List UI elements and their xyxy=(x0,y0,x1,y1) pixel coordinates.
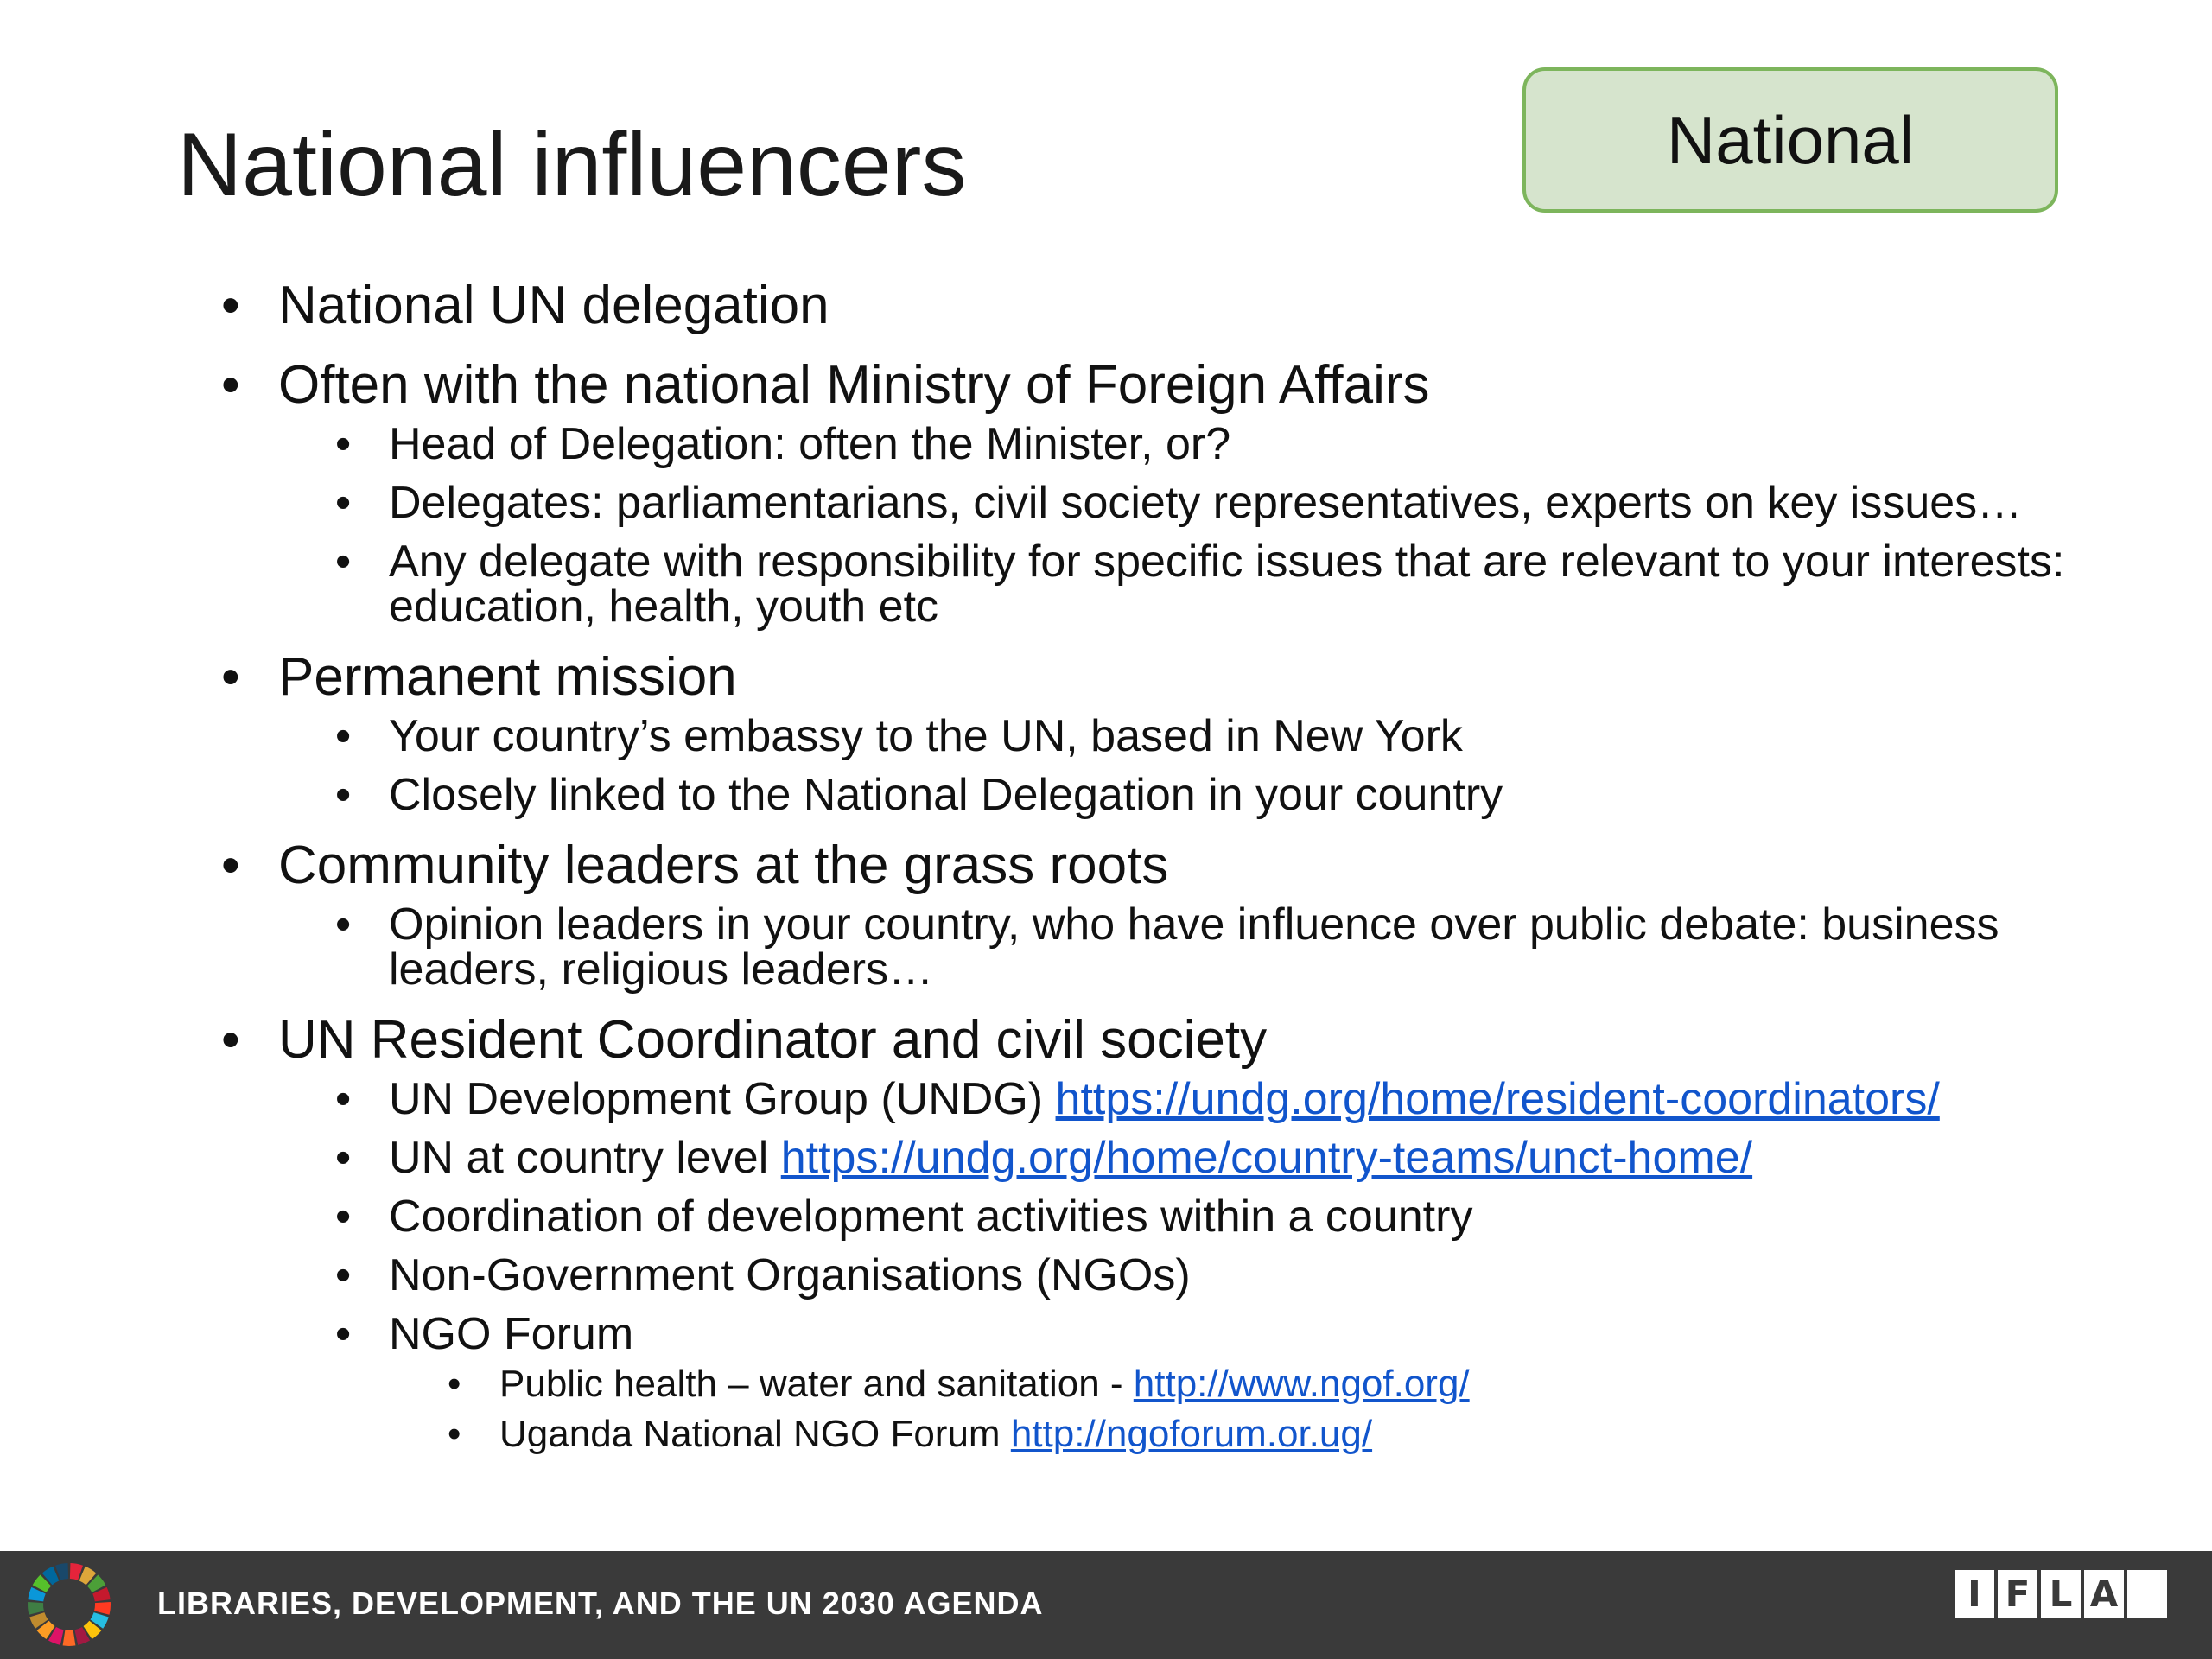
sdg-wheel-segment xyxy=(27,1602,44,1615)
bullet-text: National UN delegation xyxy=(278,276,830,335)
bullet-sublist: Public health – water and sanitation - h… xyxy=(389,1363,2160,1456)
national-badge: National xyxy=(1522,67,2058,213)
bullet-link[interactable]: https://undg.org/home/country-teams/unct… xyxy=(781,1133,1752,1183)
bullet-text: Public health – water and sanitation - xyxy=(499,1363,1134,1405)
bullet-text: Permanent mission xyxy=(278,647,737,707)
bullet-item-level-1: Often with the national Ministry of Fore… xyxy=(216,354,2160,629)
bullet-text: UN at country level xyxy=(389,1133,781,1183)
bullet-item-level-3: Public health – water and sanitation - h… xyxy=(437,1363,2160,1406)
bullet-sublist: UN Development Group (UNDG) https://undg… xyxy=(278,1077,2160,1455)
bullet-text: Community leaders at the grass roots xyxy=(278,836,1169,895)
bullet-item-level-1: Community leaders at the grass rootsOpin… xyxy=(216,835,2160,992)
sdg-wheel-segment xyxy=(94,1602,111,1615)
footer-text: LIBRARIES, DEVELOPMENT, AND THE UN 2030 … xyxy=(157,1586,1044,1621)
bullet-link[interactable]: https://undg.org/home/resident-coordinat… xyxy=(1056,1074,1940,1124)
bullet-text: Any delegate with responsibility for spe… xyxy=(389,537,2065,632)
bullet-text: Opinion leaders in your country, who hav… xyxy=(389,899,1999,995)
bullet-text: Closely linked to the National Delegatio… xyxy=(389,770,1503,820)
bullet-text: Uganda National NGO Forum xyxy=(499,1413,1011,1455)
bullet-item-level-2: UN Development Group (UNDG) https://undg… xyxy=(327,1077,2160,1122)
ifla-logo-letter: I xyxy=(1955,1570,1994,1618)
ifla-logo-letter: F xyxy=(1998,1570,2037,1618)
bullet-text: UN Resident Coordinator and civil societ… xyxy=(278,1010,1268,1070)
bullet-item-level-1: Permanent missionYour country’s embassy … xyxy=(216,646,2160,817)
ifla-logo-block xyxy=(2127,1570,2167,1618)
bullet-item-level-2: Head of Delegation: often the Minister, … xyxy=(327,422,2160,467)
bullet-item-level-2: NGO ForumPublic health – water and sanit… xyxy=(327,1312,2160,1455)
slide: National influencers National National U… xyxy=(0,0,2212,1659)
bullet-item-level-1: National UN delegation xyxy=(216,275,2160,337)
bullet-text: NGO Forum xyxy=(389,1309,634,1359)
bullet-item-level-3: Uganda National NGO Forum http://ngoforu… xyxy=(437,1413,2160,1456)
bullet-sublist: Opinion leaders in your country, who hav… xyxy=(278,902,2160,992)
bullet-text: Coordination of development activities w… xyxy=(389,1192,1473,1242)
slide-title: National influencers xyxy=(177,115,967,215)
bullet-sublist: Head of Delegation: often the Minister, … xyxy=(278,422,2160,629)
footer-bar: LIBRARIES, DEVELOPMENT, AND THE UN 2030 … xyxy=(0,1551,2212,1659)
bullet-item-level-2: Opinion leaders in your country, who hav… xyxy=(327,902,2160,992)
bullet-item-level-2: Your country’s embassy to the UN, based … xyxy=(327,714,2160,759)
bullet-text: Your country’s embassy to the UN, based … xyxy=(389,711,1463,761)
bullet-item-level-2: Closely linked to the National Delegatio… xyxy=(327,772,2160,817)
sdg-wheel-segment xyxy=(62,1630,76,1647)
ifla-logo: I F L A xyxy=(1955,1570,2167,1622)
bullet-item-level-2: Delegates: parliamentarians, civil socie… xyxy=(327,480,2160,525)
bullet-content: National UN delegation Often with the nat… xyxy=(216,275,2160,1472)
bullet-item-level-1: UN Resident Coordinator and civil societ… xyxy=(216,1009,2160,1455)
bullet-item-level-2: UN at country level https://undg.org/hom… xyxy=(327,1135,2160,1180)
ifla-logo-letter: L xyxy=(2041,1570,2081,1618)
sdg-wheel-icon xyxy=(27,1563,111,1647)
bullet-text: UN Development Group (UNDG) xyxy=(389,1074,1056,1124)
bullet-item-level-2: Any delegate with responsibility for spe… xyxy=(327,539,2160,629)
bullet-text: Often with the national Ministry of Fore… xyxy=(278,355,1430,415)
bullet-item-level-2: Non-Government Organisations (NGOs) xyxy=(327,1253,2160,1298)
bullet-text: Head of Delegation: often the Minister, … xyxy=(389,419,1231,469)
bullet-text: Delegates: parliamentarians, civil socie… xyxy=(389,478,2023,528)
bullet-link[interactable]: http://www.ngof.org/ xyxy=(1134,1363,1470,1405)
bullet-link[interactable]: http://ngoforum.or.ug/ xyxy=(1011,1413,1372,1455)
bullet-item-level-2: Coordination of development activities w… xyxy=(327,1194,2160,1239)
ifla-logo-letter: A xyxy=(2084,1570,2124,1618)
bullet-list: National UN delegation Often with the nat… xyxy=(216,275,2160,1455)
bullet-sublist: Your country’s embassy to the UN, based … xyxy=(278,714,2160,817)
bullet-text: Non-Government Organisations (NGOs) xyxy=(389,1250,1191,1300)
